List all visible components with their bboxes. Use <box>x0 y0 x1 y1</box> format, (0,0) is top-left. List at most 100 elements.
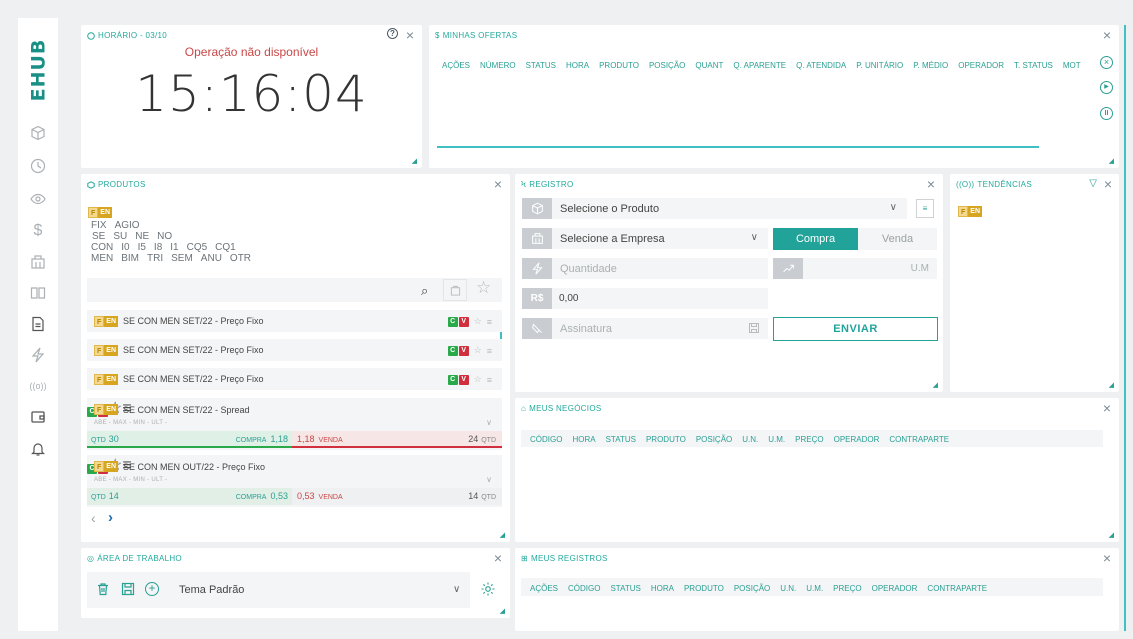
sell-button[interactable]: V <box>458 345 469 356</box>
bell-icon[interactable] <box>26 438 50 460</box>
column-header[interactable]: HORA <box>572 435 595 444</box>
close-icon[interactable]: × <box>1103 551 1111 565</box>
column-header[interactable]: U.N. <box>780 584 796 593</box>
eye-icon[interactable] <box>26 188 50 210</box>
empresa-select[interactable]: Selecione a Empresa ∨ <box>522 228 768 249</box>
quantidade-input[interactable]: Quantidade <box>522 258 768 279</box>
sell-side[interactable]: 0,53 VENDA 14 QTD <box>292 488 502 505</box>
pause-icon[interactable]: II <box>1100 107 1113 120</box>
column-header[interactable]: CONTRAPARTE <box>889 435 949 444</box>
buy-side[interactable]: QTD 30 COMPRA 1,18 <box>87 431 292 448</box>
filter-icon[interactable]: ▽ <box>1089 178 1097 189</box>
product-detail-card[interactable]: FENSE CON MEN OUT/22 - Preço FixoCV☆≡ABE… <box>87 455 502 507</box>
search-icon[interactable]: ⌕ <box>421 283 428 299</box>
clock-icon[interactable] <box>26 155 50 177</box>
lightning-icon[interactable] <box>26 344 50 366</box>
building-icon[interactable] <box>26 251 50 273</box>
list-item[interactable]: F EN SE CON MEN SET/22 - Preço Fixo C V ☆ ≡ <box>87 339 502 361</box>
buy-button[interactable]: C <box>447 345 458 356</box>
column-header[interactable]: NÚMERO <box>480 61 516 70</box>
filter-option[interactable]: TRI <box>147 253 163 264</box>
column-header[interactable]: PRODUTO <box>599 61 639 70</box>
column-header[interactable]: QUANT <box>695 61 723 70</box>
buy-button[interactable]: C <box>447 316 458 327</box>
filter-option[interactable]: BIM <box>121 253 139 264</box>
wallet-icon[interactable] <box>26 406 50 428</box>
search-input[interactable] <box>87 278 502 302</box>
column-header[interactable]: AÇÕES <box>442 61 470 70</box>
filter-option[interactable]: I0 <box>121 242 129 253</box>
column-header[interactable]: PREÇO <box>833 584 861 593</box>
resize-handle-icon[interactable]: ◢ <box>412 157 417 165</box>
save-icon[interactable] <box>748 322 760 337</box>
resize-handle-icon[interactable]: ◢ <box>500 531 505 539</box>
favorite-star-icon[interactable]: ☆ <box>474 345 482 356</box>
logo[interactable]: EHUB <box>24 39 52 102</box>
list-item[interactable]: F EN SE CON MEN SET/22 - Preço Fixo C V ☆ ≡ <box>87 310 502 332</box>
favorite-star-icon[interactable]: ☆ <box>474 316 482 327</box>
energy-chip[interactable]: F EN <box>958 206 983 217</box>
filter-option[interactable]: FIX <box>91 220 107 231</box>
column-header[interactable]: PRODUTO <box>684 584 724 593</box>
help-icon[interactable]: ? <box>387 28 398 39</box>
column-header[interactable]: STATUS <box>606 435 636 444</box>
sell-button[interactable]: V <box>458 374 469 385</box>
column-header[interactable]: HORA <box>566 61 589 70</box>
column-header[interactable]: POSIÇÃO <box>696 435 732 444</box>
close-icon[interactable]: × <box>1104 177 1112 191</box>
column-header[interactable]: PREÇO <box>795 435 823 444</box>
filter-option[interactable]: ANU <box>201 253 222 264</box>
chevron-down-icon[interactable]: ∨ <box>486 475 492 484</box>
column-header[interactable]: U.M. <box>768 435 785 444</box>
chevron-down-icon[interactable]: ∨ <box>486 418 492 427</box>
next-page-icon[interactable]: › <box>108 509 113 526</box>
trash-icon[interactable] <box>96 582 110 601</box>
column-header[interactable]: OPERADOR <box>834 435 880 444</box>
menu-icon[interactable]: ≡ <box>487 375 492 385</box>
column-header[interactable]: P. MÉDIO <box>913 61 948 70</box>
buy-button[interactable]: C <box>447 374 458 385</box>
column-header[interactable]: P. UNITÁRIO <box>856 61 903 70</box>
column-header[interactable]: AÇÕES <box>530 584 558 593</box>
resize-handle-icon[interactable]: ◢ <box>1109 381 1114 389</box>
energy-chip[interactable]: F EN <box>88 207 113 218</box>
filter-option[interactable]: CON <box>91 242 113 253</box>
dollar-icon[interactable]: $ <box>26 220 50 242</box>
filter-option[interactable]: CQ1 <box>215 242 236 253</box>
filter-option[interactable]: OTR <box>230 253 251 264</box>
column-header[interactable]: Q. APARENTE <box>733 61 786 70</box>
favorite-star-icon[interactable]: ☆ <box>476 278 491 298</box>
close-icon[interactable]: × <box>927 177 935 191</box>
favorite-star-icon[interactable]: ☆ <box>474 374 482 385</box>
menu-icon[interactable]: ≡ <box>487 317 492 327</box>
product-detail-card[interactable]: FENSE CON MEN SET/22 - SpreadCV☆≡ABE - M… <box>87 398 502 450</box>
close-icon[interactable]: × <box>1103 401 1111 415</box>
produto-select[interactable]: Selecione o Produto ∨ <box>522 198 907 219</box>
column-header[interactable]: Q. ATENDIDA <box>796 61 846 70</box>
unidade-medida-select[interactable]: U.M <box>773 258 937 279</box>
column-header[interactable]: POSIÇÃO <box>649 61 685 70</box>
filter-option[interactable]: NE <box>135 231 149 242</box>
column-header[interactable]: STATUS <box>526 61 556 70</box>
close-icon[interactable]: × <box>494 177 502 191</box>
chevron-down-icon[interactable]: ∨ <box>453 584 460 595</box>
assinatura-input[interactable]: Assinatura <box>522 318 768 339</box>
resize-handle-icon[interactable]: ◢ <box>1109 531 1114 539</box>
sell-button[interactable]: V <box>458 316 469 327</box>
filter-option[interactable]: I5 <box>138 242 146 253</box>
book-icon[interactable] <box>26 282 50 304</box>
basket-icon[interactable] <box>443 279 467 301</box>
column-header[interactable]: CÓDIGO <box>530 435 562 444</box>
product-search-icon[interactable]: ≡ <box>916 199 934 218</box>
compra-button[interactable]: Compra <box>773 228 858 250</box>
close-icon[interactable]: × <box>1103 28 1111 42</box>
document-icon[interactable] <box>26 313 50 335</box>
column-header[interactable]: PRODUTO <box>646 435 686 444</box>
filter-option[interactable]: I8 <box>154 242 162 253</box>
filter-option[interactable]: CQ5 <box>187 242 208 253</box>
column-header[interactable]: HORA <box>651 584 674 593</box>
filter-option[interactable]: I1 <box>170 242 178 253</box>
filter-option[interactable]: NO <box>157 231 172 242</box>
menu-icon[interactable]: ≡ <box>487 346 492 356</box>
column-header[interactable]: OPERADOR <box>958 61 1004 70</box>
